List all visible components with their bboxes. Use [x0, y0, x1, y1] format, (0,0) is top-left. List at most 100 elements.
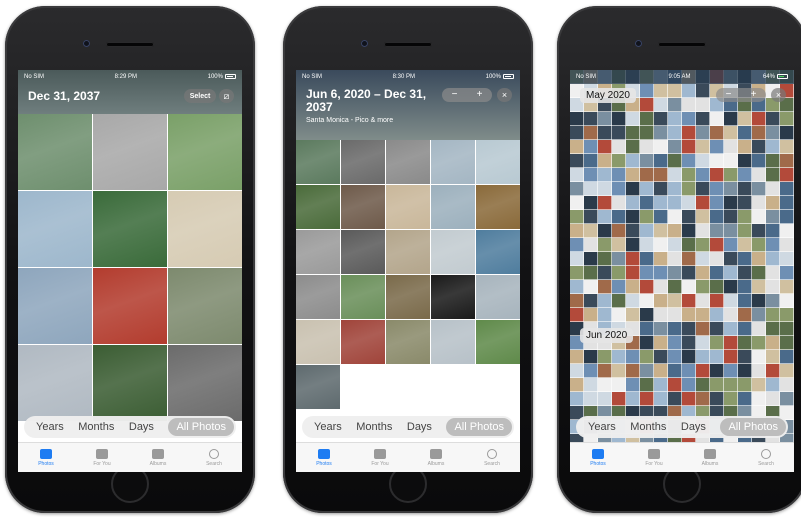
segment-all-photos[interactable]: All Photos: [720, 418, 786, 436]
photo-tile[interactable]: [780, 266, 794, 280]
photo-tile[interactable]: [752, 140, 766, 154]
photo-tile[interactable]: [780, 126, 794, 140]
photo-tile[interactable]: [738, 126, 752, 140]
photo-tile[interactable]: [626, 154, 640, 168]
photo-tile[interactable]: [696, 308, 710, 322]
photo-tile[interactable]: [640, 196, 654, 210]
photo-thumbnail[interactable]: [341, 230, 385, 274]
photo-tile[interactable]: [682, 238, 696, 252]
photo-tile[interactable]: [584, 182, 598, 196]
photo-tile[interactable]: [626, 294, 640, 308]
tab-albums[interactable]: Albums: [138, 448, 178, 467]
photo-tile[interactable]: [570, 266, 584, 280]
photo-tile[interactable]: [570, 168, 584, 182]
photo-tile[interactable]: [626, 378, 640, 392]
photo-tile[interactable]: [640, 392, 654, 406]
photo-tile[interactable]: [598, 308, 612, 322]
photo-tile[interactable]: [612, 154, 626, 168]
photo-tile[interactable]: [696, 182, 710, 196]
photo-tile[interactable]: [654, 252, 668, 266]
photo-tile[interactable]: [654, 196, 668, 210]
tab-albums[interactable]: Albums: [690, 448, 730, 467]
tab-search[interactable]: Search: [472, 448, 512, 467]
photo-thumbnail[interactable]: [386, 275, 430, 319]
photo-tile[interactable]: [738, 196, 752, 210]
photo-tile[interactable]: [724, 196, 738, 210]
photo-tile[interactable]: [780, 364, 794, 378]
photo-tile[interactable]: [612, 350, 626, 364]
photo-tile[interactable]: [612, 364, 626, 378]
photo-tile[interactable]: [766, 154, 780, 168]
photo-tile[interactable]: [752, 364, 766, 378]
photo-tile[interactable]: [640, 238, 654, 252]
photo-tile[interactable]: [752, 266, 766, 280]
photo-tile[interactable]: [654, 280, 668, 294]
photo-tile[interactable]: [598, 112, 612, 126]
photo-tile[interactable]: [570, 196, 584, 210]
photo-tile[interactable]: [682, 210, 696, 224]
photo-tile[interactable]: [570, 126, 584, 140]
photo-tile[interactable]: [752, 154, 766, 168]
photo-thumbnail[interactable]: [476, 275, 520, 319]
photo-tile[interactable]: [626, 126, 640, 140]
photo-tile[interactable]: [738, 308, 752, 322]
photo-tile[interactable]: [668, 308, 682, 322]
photo-tile[interactable]: [584, 364, 598, 378]
photo-tile[interactable]: [584, 112, 598, 126]
photo-tile[interactable]: [766, 224, 780, 238]
photo-tile[interactable]: [766, 280, 780, 294]
photo-tile[interactable]: [766, 168, 780, 182]
segment-all-photos[interactable]: All Photos: [446, 418, 512, 436]
photo-tile[interactable]: [766, 126, 780, 140]
photo-tile[interactable]: [570, 378, 584, 392]
photo-tile[interactable]: [584, 154, 598, 168]
photo-tile[interactable]: [738, 322, 752, 336]
photo-tile[interactable]: [668, 182, 682, 196]
photo-tile[interactable]: [654, 140, 668, 154]
photo-thumbnail[interactable]: [386, 185, 430, 229]
close-icon[interactable]: ×: [771, 88, 786, 102]
segment-days[interactable]: Days: [681, 421, 706, 433]
photo-tile[interactable]: [570, 280, 584, 294]
segment-days[interactable]: Days: [407, 421, 432, 433]
photo-tile[interactable]: [598, 294, 612, 308]
photo-tile[interactable]: [654, 266, 668, 280]
photo-tile[interactable]: [668, 392, 682, 406]
photo-tile[interactable]: [570, 224, 584, 238]
photo-tile[interactable]: [710, 378, 724, 392]
photo-tile[interactable]: [682, 266, 696, 280]
photo-tile[interactable]: [584, 126, 598, 140]
photo-tile[interactable]: [766, 238, 780, 252]
photo-tile[interactable]: [710, 266, 724, 280]
photo-tile[interactable]: [570, 294, 584, 308]
tab-photos[interactable]: Photos: [304, 448, 344, 467]
photo-tile[interactable]: [752, 322, 766, 336]
photo-tile[interactable]: [696, 140, 710, 154]
photo-tile[interactable]: [640, 140, 654, 154]
photo-tile[interactable]: [696, 350, 710, 364]
photo-tile[interactable]: [752, 224, 766, 238]
photo-tile[interactable]: [752, 350, 766, 364]
photo-tile[interactable]: [738, 336, 752, 350]
photo-tile[interactable]: [654, 210, 668, 224]
photo-tile[interactable]: [598, 266, 612, 280]
photo-tile[interactable]: [640, 364, 654, 378]
photo-tile[interactable]: [640, 378, 654, 392]
photo-tile[interactable]: [724, 364, 738, 378]
photo-tile[interactable]: [710, 182, 724, 196]
photo-tile[interactable]: [626, 238, 640, 252]
photo-tile[interactable]: [710, 364, 724, 378]
photo-tile[interactable]: [584, 266, 598, 280]
photo-tile[interactable]: [598, 392, 612, 406]
photo-tile[interactable]: [710, 294, 724, 308]
photo-tile[interactable]: [654, 322, 668, 336]
photo-tile[interactable]: [640, 280, 654, 294]
photo-tile[interactable]: [598, 252, 612, 266]
photo-tile[interactable]: [752, 210, 766, 224]
photo-tile[interactable]: [710, 392, 724, 406]
photo-tile[interactable]: [668, 378, 682, 392]
photo-tile[interactable]: [696, 154, 710, 168]
photo-thumbnail[interactable]: [431, 320, 475, 364]
photo-tile[interactable]: [724, 140, 738, 154]
photo-tile[interactable]: [682, 322, 696, 336]
